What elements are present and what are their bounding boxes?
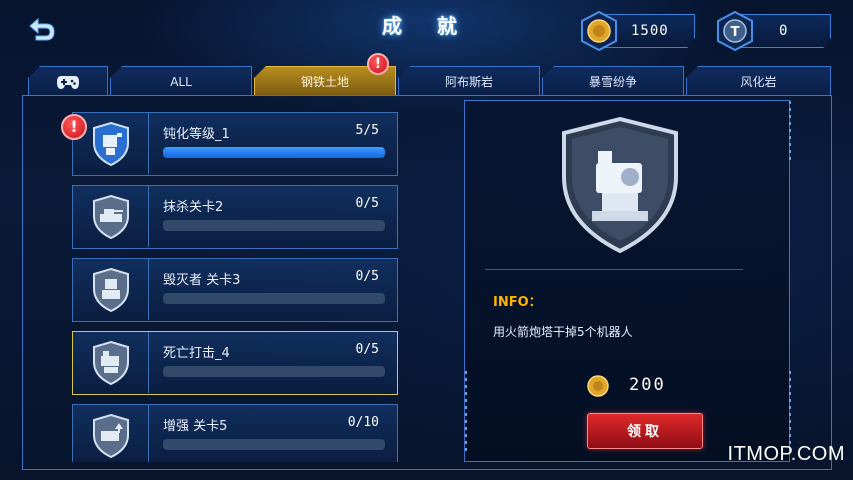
large-shield-turret-icon — [562, 116, 678, 254]
svg-text:T: T — [731, 25, 740, 40]
shield-upgrade-icon — [92, 413, 129, 458]
progress-bar — [163, 220, 385, 231]
shield-rocket-turret-icon — [92, 340, 129, 385]
shield-robot-icon — [92, 121, 129, 166]
info-description: 用火箭炮塔干掉5个机器人 — [493, 325, 633, 339]
gamepad-icon — [57, 75, 79, 89]
progress-fill — [163, 147, 385, 158]
achievement-progress: 5/5 — [355, 123, 379, 138]
shield-tank-icon — [92, 194, 129, 239]
tab-abus-rock[interactable]: 阿布斯岩 — [398, 66, 540, 96]
coin-icon — [587, 375, 609, 397]
watermark: ITMOP.COM — [727, 443, 845, 465]
tab-blizzard[interactable]: 暴雪纷争 — [542, 66, 684, 96]
achievement-alert-badge: ! — [61, 114, 87, 140]
achievement-progress: 0/5 — [355, 342, 379, 357]
achievement-item-4[interactable]: 死亡打击_4 0/5 — [72, 331, 398, 395]
achievement-name: 毁灭者 关卡3 — [163, 273, 241, 288]
tab-controller[interactable] — [28, 66, 108, 96]
achievement-progress: 0/5 — [355, 196, 379, 211]
token-icon: T — [717, 10, 753, 52]
achievement-progress: 0/5 — [355, 269, 379, 284]
coin-amount: 1500 — [631, 23, 669, 39]
claim-button[interactable]: 领取 — [587, 413, 703, 449]
achievement-list[interactable]: 钝化等级_1 5/5 抹杀关卡2 0/5 毁灭者 关卡3 0/5 死亡打击_4 … — [72, 112, 398, 462]
info-label: INFO： — [493, 295, 542, 310]
achievement-item-2[interactable]: 抹杀关卡2 0/5 — [72, 185, 398, 249]
progress-bar — [163, 439, 385, 450]
achievement-item-5[interactable]: 增强 关卡5 0/10 — [72, 404, 398, 462]
achievement-name: 死亡打击_4 — [163, 346, 230, 361]
achievement-detail-panel: INFO： 用火箭炮塔干掉5个机器人 200 领取 — [464, 100, 791, 462]
achievement-progress: 0/10 — [347, 415, 379, 430]
reward-amount: 200 — [629, 375, 666, 395]
achievement-item-3[interactable]: 毁灭者 关卡3 0/5 — [72, 258, 398, 322]
achievement-item-1[interactable]: 钝化等级_1 5/5 — [72, 112, 398, 176]
progress-bar — [163, 366, 385, 377]
tab-alert-badge: ! — [367, 53, 389, 75]
tab-all[interactable]: ALL — [110, 66, 252, 96]
token-amount: 0 — [779, 23, 789, 39]
progress-bar — [163, 147, 385, 158]
shield-turret-icon — [92, 267, 129, 312]
tab-weathered-rock[interactable]: 风化岩 — [686, 66, 831, 96]
coin-icon — [581, 10, 617, 52]
progress-bar — [163, 293, 385, 304]
achievement-name: 增强 关卡5 — [163, 419, 228, 434]
achievement-name: 钝化等级_1 — [163, 127, 230, 142]
achievement-name: 抹杀关卡2 — [163, 200, 224, 215]
